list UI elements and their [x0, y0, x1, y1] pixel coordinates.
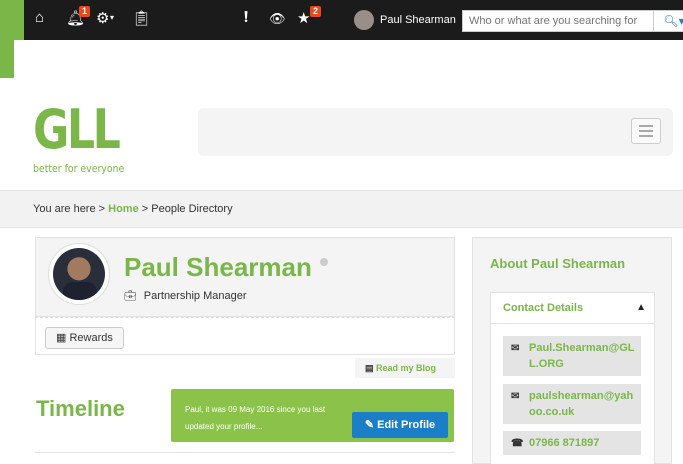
- menu-toggle-button[interactable]: [631, 118, 661, 144]
- envelope-icon: ✉: [511, 391, 520, 402]
- top-navigation-bar: ⌂ 🔔︎ 1 ⚙ ▾ 📋︎ ❗︎ 👁︎ ★ 2 Paul Shearman ▼ …: [24, 0, 683, 40]
- phone-link[interactable]: ☎ 07966 871897: [503, 431, 641, 455]
- profile-job-title: 💼︎ Partnership Manager: [124, 290, 247, 302]
- notice-text: Paul, it was 09 May 2016 since you last …: [185, 405, 326, 431]
- job-title-text: Partnership Manager: [143, 290, 247, 302]
- home-icon[interactable]: ⌂: [35, 9, 44, 26]
- search-box: 🔍︎▾: [462, 10, 683, 32]
- favourites-badge: 2: [310, 6, 322, 17]
- profile-header: Paul Shearman 💼︎ Partnership Manager: [35, 237, 455, 317]
- envelope-icon: ✉: [511, 343, 520, 354]
- user-menu[interactable]: Paul Shearman ▼: [354, 10, 478, 30]
- breadcrumb-home-link[interactable]: Home: [108, 203, 139, 215]
- profile-photo: [53, 248, 105, 300]
- menu-bar: [639, 135, 653, 137]
- personal-email-link[interactable]: ✉ paulshearman@yahoo.co.uk: [503, 384, 641, 424]
- blog-icon: ▤: [365, 363, 374, 373]
- about-title: About Paul Shearman: [490, 256, 626, 271]
- search-icon[interactable]: 🔍︎▾: [653, 11, 683, 31]
- logo-text: GLL: [33, 98, 121, 161]
- profile-avatar: [48, 243, 110, 305]
- edit-profile-button[interactable]: ✎ Edit Profile: [352, 412, 448, 438]
- read-blog-link[interactable]: ▤ Read my Blog: [355, 358, 455, 378]
- profile-update-notice: Paul, it was 09 May 2016 since you last …: [171, 389, 454, 442]
- brand-strip-inner: [14, 0, 24, 40]
- breadcrumb-separator: >: [141, 203, 149, 215]
- blog-label: Read my Blog: [376, 363, 437, 373]
- menu-bar: [639, 125, 653, 127]
- presence-status-icon: [320, 258, 328, 266]
- edit-profile-label: Edit Profile: [377, 419, 436, 431]
- notifications-badge: 1: [79, 6, 91, 17]
- contact-details-title: Contact Details: [503, 302, 584, 314]
- alert-icon[interactable]: ❗︎: [244, 9, 248, 26]
- edit-icon: ✎: [364, 419, 375, 431]
- gear-icon[interactable]: ⚙: [96, 9, 109, 27]
- search-input[interactable]: [463, 11, 653, 31]
- user-avatar: [354, 10, 374, 30]
- gll-logo[interactable]: GLL better for everyone: [33, 98, 140, 176]
- main-navigation: [198, 108, 673, 156]
- personal-email: paulshearman@yahoo.co.uk: [529, 390, 634, 418]
- phone-number: 07966 871897: [529, 437, 600, 449]
- brand-strip: [0, 0, 14, 78]
- star-icon[interactable]: ★: [297, 9, 310, 27]
- eye-icon[interactable]: 👁︎: [269, 11, 286, 27]
- contact-details-list: ✉ Paul.Shearman@GLL.ORG ✉ paulshearman@y…: [490, 324, 655, 464]
- briefcase-icon: 💼︎: [124, 291, 137, 302]
- menu-bar: [639, 130, 653, 132]
- gear-dropdown-icon[interactable]: ▾: [110, 13, 114, 22]
- contact-details-header[interactable]: Contact Details ▲: [490, 292, 655, 324]
- phone-icon: ☎: [511, 438, 524, 449]
- about-panel: About Paul Shearman Contact Details ▲ ✉ …: [472, 237, 672, 464]
- logo-tagline: better for everyone: [33, 162, 125, 175]
- work-email-link[interactable]: ✉ Paul.Shearman@GLL.ORG: [503, 336, 641, 376]
- user-name: Paul Shearman: [380, 14, 456, 26]
- profile-actions: ▦ Rewards: [35, 317, 455, 355]
- breadcrumb-current: People Directory: [151, 203, 233, 215]
- breadcrumb-prefix: You are here >: [33, 203, 106, 215]
- gift-icon: ▦: [56, 332, 67, 344]
- profile-name: Paul Shearman: [124, 252, 312, 282]
- clipboard-icon[interactable]: 📋︎: [132, 9, 151, 27]
- timeline-heading: Timeline: [36, 396, 125, 421]
- chevron-up-icon: ▲: [636, 302, 646, 313]
- work-email: Paul.Shearman@GLL.ORG: [529, 342, 635, 370]
- timeline-divider: [35, 452, 455, 453]
- breadcrumb: You are here > Home > People Directory: [0, 190, 683, 228]
- rewards-button[interactable]: ▦ Rewards: [45, 327, 124, 349]
- rewards-label: Rewards: [69, 332, 113, 344]
